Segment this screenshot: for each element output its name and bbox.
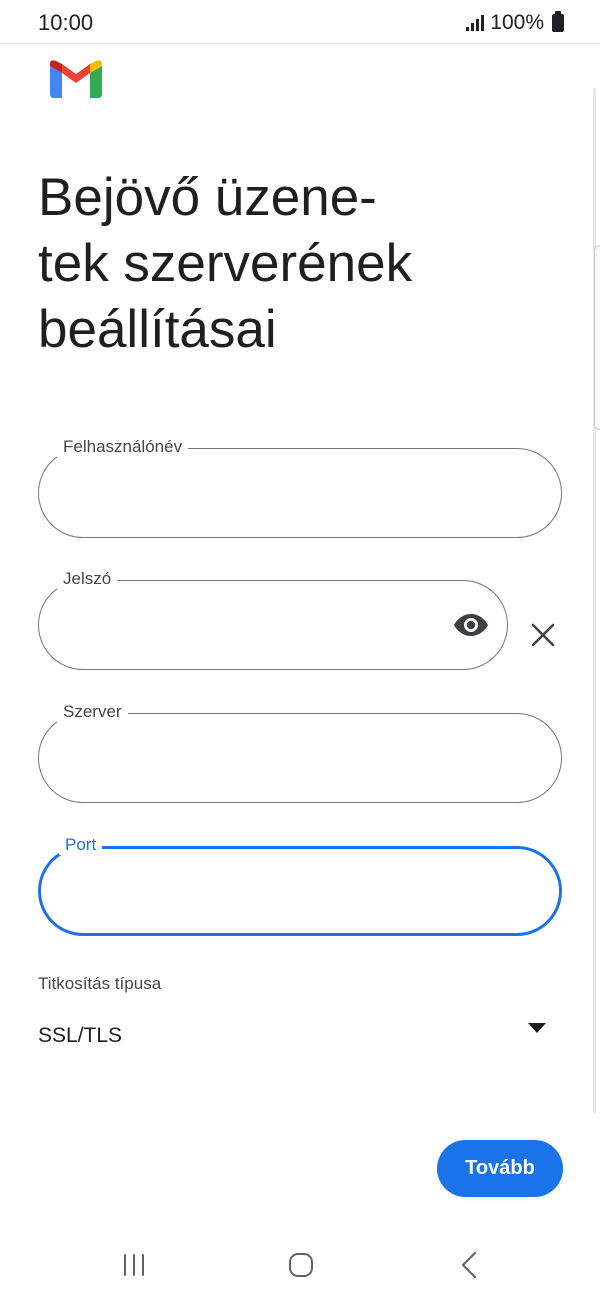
scrollbar-track[interactable] [593, 88, 596, 1113]
encryption-value: SSL/TLS [38, 1024, 123, 1047]
username-input[interactable] [63, 473, 463, 513]
username-label: Felhasználónév [57, 437, 189, 457]
port-field[interactable]: Port [38, 835, 562, 936]
server-input[interactable] [63, 738, 463, 778]
close-icon[interactable] [530, 622, 556, 648]
server-label: Szerver [57, 702, 128, 722]
password-input[interactable] [63, 605, 463, 645]
navigation-bar [0, 1230, 600, 1300]
scroll-handle[interactable] [594, 245, 600, 430]
username-field[interactable]: Felhasználónév [38, 437, 562, 538]
status-indicators: 100% [466, 10, 564, 36]
password-field[interactable]: Jelszó [38, 569, 508, 670]
server-field[interactable]: Szerver [38, 702, 562, 803]
status-time: 10:00 [38, 10, 94, 35]
port-label: Port [59, 835, 103, 855]
gmail-logo [50, 60, 102, 98]
password-label: Jelszó [57, 569, 118, 589]
battery-percent: 100% [490, 11, 544, 34]
signal-icon [466, 15, 485, 31]
encryption-select[interactable]: SSL/TLS [38, 1010, 562, 1060]
back-icon[interactable] [458, 1250, 480, 1280]
eye-icon[interactable] [453, 611, 489, 639]
dropdown-arrow-icon[interactable] [528, 1023, 546, 1033]
home-icon[interactable] [288, 1252, 314, 1278]
page-title: Bejövő üzene-tek szerverének beállításai [38, 168, 413, 359]
status-bar: 10:00 100% [0, 0, 600, 44]
encryption-label: Titkosítás típusa [38, 974, 162, 993]
port-input[interactable] [65, 873, 465, 913]
battery-icon [552, 11, 564, 32]
next-button[interactable]: Tovább [437, 1140, 563, 1197]
recents-icon[interactable] [121, 1252, 147, 1278]
